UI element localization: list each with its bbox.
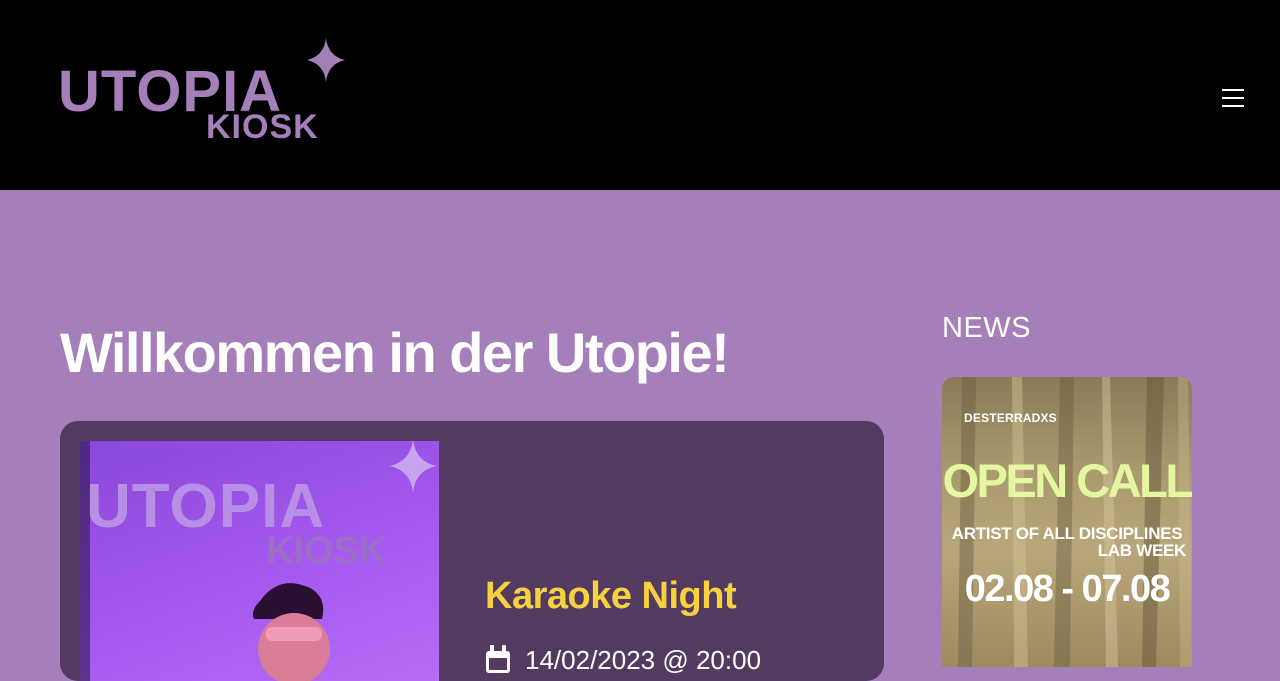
menu-button[interactable]: [1218, 84, 1248, 112]
face-shape: [258, 613, 330, 681]
site-header: UTOPIA KIOSK: [0, 0, 1280, 190]
event-card[interactable]: UTOPIA KIOSK Karaoke Night 14/02/2023 @ …: [60, 421, 884, 681]
svg-text:KIOSK: KIOSK: [206, 108, 319, 142]
utopia-kiosk-logo: UTOPIA KIOSK: [58, 38, 345, 146]
news-dates: 02.08 - 07.08: [964, 568, 1171, 610]
calendar-icon: [486, 645, 510, 673]
news-subline-2: LAB WEEK: [1097, 541, 1187, 560]
svg-text:KIOSK: KIOSK: [266, 530, 387, 572]
event-image-art: UTOPIA KIOSK: [80, 441, 436, 681]
sparkle-icon: [307, 38, 345, 82]
news-brand: DESTERRADXS: [964, 411, 1057, 425]
hamburger-menu-icon: [1222, 89, 1244, 91]
news-item-open-call[interactable]: DESTERRADXS OPEN CALL ARTIST OF ALL DISC…: [942, 377, 1192, 667]
news-headline: OPEN CALL: [942, 454, 1192, 507]
event-image[interactable]: UTOPIA KIOSK: [80, 441, 439, 681]
news-heading: NEWS: [942, 312, 1031, 344]
event-date: 14/02/2023 @ 20:00: [525, 645, 762, 675]
event-date-row: 14/02/2023 @ 20:00: [485, 645, 761, 675]
sparkle-icon: [390, 441, 436, 493]
site-logo[interactable]: UTOPIA KIOSK: [58, 38, 350, 146]
page-title: Willkommen in der Utopie!: [60, 321, 730, 384]
event-title[interactable]: Karaoke Night: [485, 575, 737, 618]
